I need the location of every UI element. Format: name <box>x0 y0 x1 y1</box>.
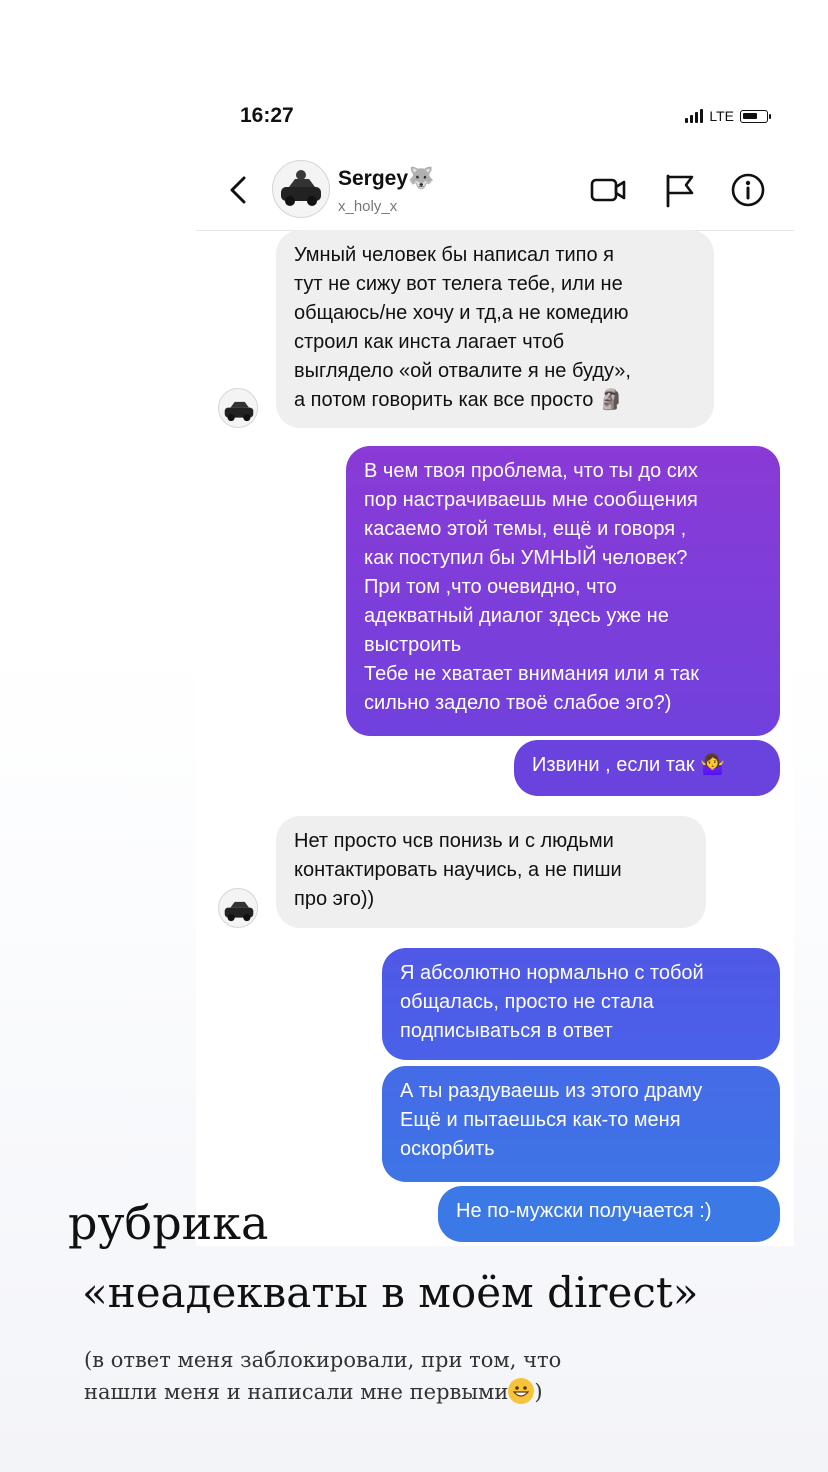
caption-subtitle: (в ответ меня заблокировали, при том, чт… <box>84 1344 561 1408</box>
message-line: При том ,что очевидно, что <box>364 576 617 598</box>
network-label: LTE <box>709 108 734 124</box>
message-line: про эго)) <box>294 888 375 910</box>
back-chevron-icon[interactable] <box>224 172 254 208</box>
car-avatar-icon <box>224 401 254 422</box>
screenshot-frame: 16:27 LTE Sergey🐺 x_holy_x Умный человек… <box>196 96 794 1246</box>
caption-subtitle-line: нашли меня и написали мне первыми <box>84 1380 509 1404</box>
message-line: сильно задело твоё слабое эго?) <box>364 692 672 714</box>
outgoing-message[interactable]: Я абсолютно нормально с тобой общалась, … <box>382 948 780 1060</box>
message-line: строил как инста лагает чтоб <box>294 331 565 353</box>
car-avatar-icon <box>281 170 321 206</box>
report-flag-icon[interactable] <box>662 172 698 208</box>
chat-header: Sergey🐺 x_holy_x <box>196 154 794 231</box>
chat-username[interactable]: Sergey🐺 <box>338 167 434 191</box>
status-time: 16:27 <box>240 104 294 127</box>
message-line: пор настрачиваешь мне сообщения <box>364 489 698 511</box>
caption-title-quote: «неадекваты в моём direct» <box>82 1268 699 1317</box>
message-line: тут не сижу вот телега тебе, или не <box>294 273 623 295</box>
battery-icon <box>740 109 771 123</box>
info-icon[interactable] <box>730 172 766 208</box>
message-line: адекватный диалог здесь уже не <box>364 605 669 627</box>
message-line: а потом говорить как все просто 🗿 <box>294 389 624 411</box>
video-call-icon[interactable] <box>590 172 626 208</box>
message-line: как поступил бы УМНЫЙ человек? <box>364 547 688 569</box>
message-line: Не по-мужски получается :) <box>456 1200 712 1222</box>
message-line: В чем твоя проблема, что ты до сих <box>364 460 698 482</box>
message-line: подписываться в ответ <box>400 1020 613 1042</box>
message-line: А ты раздуваешь из этого драму <box>400 1080 703 1102</box>
outgoing-message[interactable]: Не по-мужски получается :) <box>438 1186 780 1242</box>
signal-icon <box>685 109 704 123</box>
message-line: Ещё и пытаешься как-то меня <box>400 1109 681 1131</box>
caption-subtitle-end: ) <box>534 1380 543 1404</box>
message-line: оскорбить <box>400 1138 495 1160</box>
sender-avatar[interactable] <box>218 888 258 928</box>
incoming-message[interactable]: Нет просто чсв понизь и с людьми контакт… <box>276 816 706 928</box>
sender-avatar[interactable] <box>218 388 258 428</box>
status-indicators: LTE <box>685 108 771 124</box>
message-line: Извини , если так 🤷‍♀️ <box>532 754 726 776</box>
message-line: контактировать научись, а не пиши <box>294 859 622 881</box>
message-line: Нет просто чсв понизь и с людьми <box>294 830 614 852</box>
outgoing-message[interactable]: Извини , если так 🤷‍♀️ <box>514 740 780 796</box>
car-avatar-icon <box>224 901 254 922</box>
outgoing-message[interactable]: А ты раздуваешь из этого драму Ещё и пыт… <box>382 1066 780 1182</box>
avatar[interactable] <box>272 160 330 218</box>
grinning-face-icon <box>508 1378 535 1404</box>
message-line: касаемо этой темы, ещё и говоря , <box>364 518 687 540</box>
message-line: Я абсолютно нормально с тобой <box>400 962 704 984</box>
chat-handle: x_holy_x <box>338 198 398 215</box>
caption-title: рубрика <box>68 1196 269 1250</box>
outgoing-message[interactable]: В чем твоя проблема, что ты до сих пор н… <box>346 446 780 736</box>
message-line: выглядело «ой отвалите я не буду», <box>294 360 631 382</box>
message-line: Тебе не хватает внимания или я так <box>364 663 700 685</box>
caption-subtitle-line: (в ответ меня заблокировали, при том, чт… <box>84 1348 562 1372</box>
message-line: Умный человек бы написал типо я <box>294 244 615 266</box>
message-line: выстроить <box>364 634 462 656</box>
message-line: общаюсь/не хочу и тд,а не комедию <box>294 302 629 324</box>
incoming-message[interactable]: Умный человек бы написал типо я тут не с… <box>276 230 714 428</box>
message-line: общалась, просто не стала <box>400 991 654 1013</box>
